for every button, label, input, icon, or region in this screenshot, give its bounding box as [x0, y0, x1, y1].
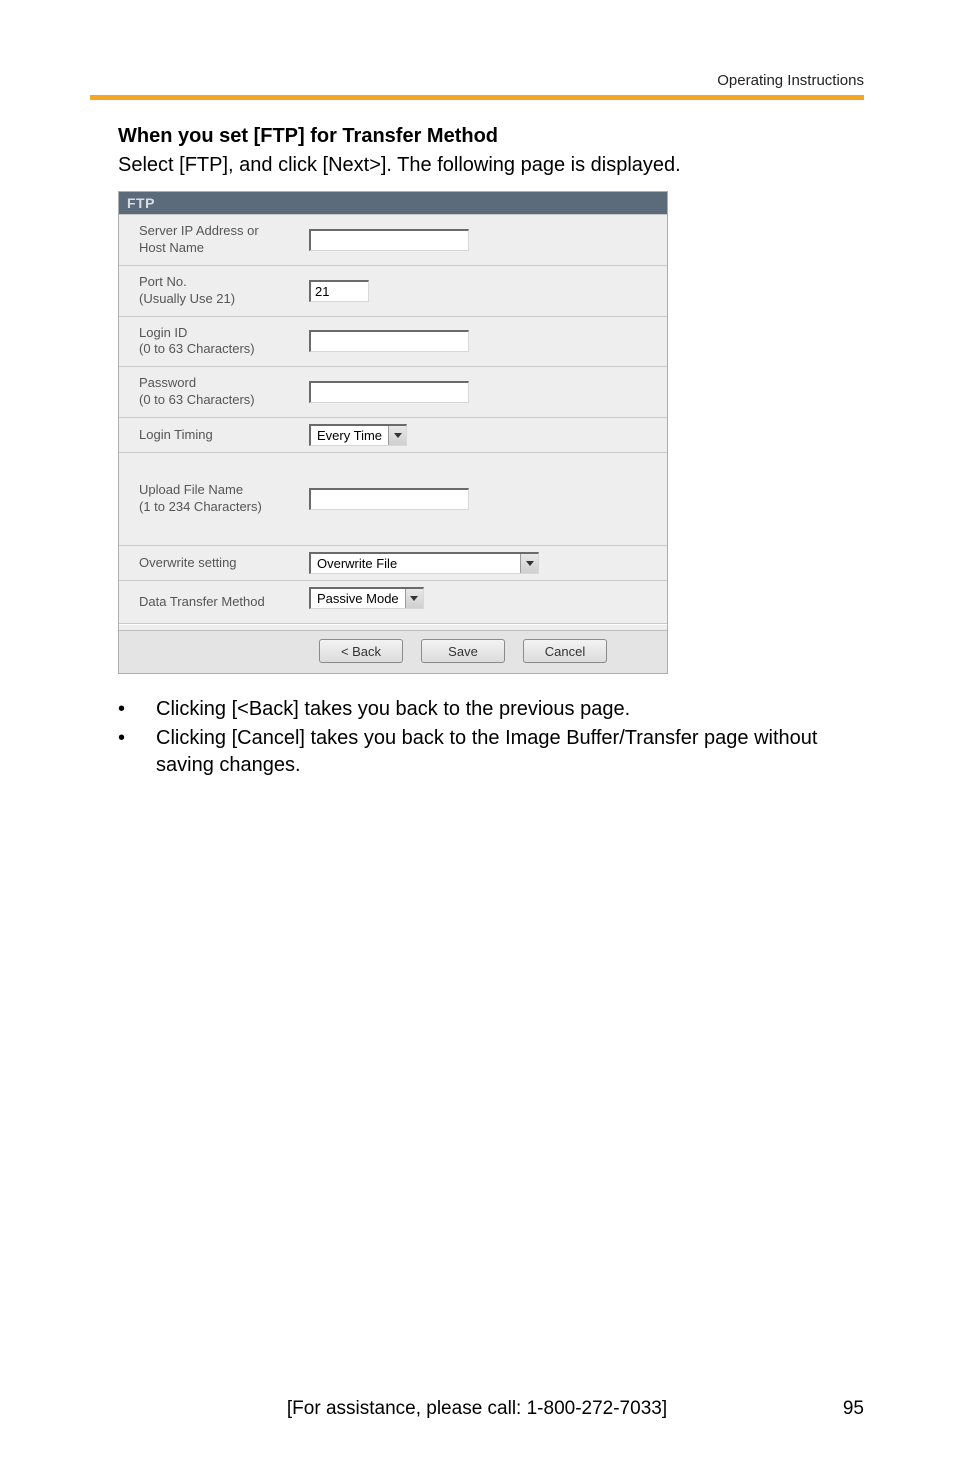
label-upload: Upload File Name (1 to 234 Characters): [119, 453, 299, 545]
doc-title: Operating Instructions: [717, 72, 864, 89]
button-row: < Back Save Cancel: [119, 630, 667, 673]
section-heading: When you set [FTP] for Transfer Method: [118, 125, 864, 148]
bullet-text: Clicking [Cancel] takes you back to the …: [156, 725, 864, 779]
list-item: •Clicking [<Back] takes you back to the …: [118, 696, 864, 723]
input-server[interactable]: [309, 229, 469, 251]
input-upload[interactable]: [309, 488, 469, 510]
select-transfer[interactable]: Passive Mode: [309, 587, 424, 609]
input-password[interactable]: [309, 381, 469, 403]
back-button[interactable]: < Back: [319, 639, 403, 663]
cancel-button[interactable]: Cancel: [523, 639, 607, 663]
row-server: Server IP Address or Host Name: [119, 214, 667, 265]
bullet-text: Clicking [<Back] takes you back to the p…: [156, 696, 630, 723]
row-overwrite: Overwrite setting Overwrite File: [119, 545, 667, 580]
row-upload: Upload File Name (1 to 234 Characters): [119, 452, 667, 545]
header-rule: [90, 95, 864, 100]
select-transfer-value: Passive Mode: [311, 591, 405, 606]
chevron-down-icon: [388, 426, 406, 445]
page-number: 95: [843, 1398, 864, 1420]
section-subtext: Select [FTP], and click [Next>]. The fol…: [118, 154, 864, 177]
select-overwrite[interactable]: Overwrite File: [309, 552, 539, 574]
input-port[interactable]: [309, 280, 369, 302]
ftp-panel: FTP Server IP Address or Host Name Port …: [118, 191, 668, 674]
label-port: Port No. (Usually Use 21): [119, 266, 299, 316]
label-server: Server IP Address or Host Name: [119, 215, 299, 265]
chevron-down-icon: [520, 554, 538, 573]
label-login: Login ID (0 to 63 Characters): [119, 317, 299, 367]
input-login[interactable]: [309, 330, 469, 352]
select-overwrite-value: Overwrite File: [311, 556, 520, 571]
list-item: •Clicking [Cancel] takes you back to the…: [118, 725, 864, 779]
label-timing: Login Timing: [119, 418, 299, 452]
row-port: Port No. (Usually Use 21): [119, 265, 667, 316]
select-timing[interactable]: Every Time: [309, 424, 407, 446]
select-timing-value: Every Time: [311, 428, 388, 443]
save-button[interactable]: Save: [421, 639, 505, 663]
row-transfer: Data Transfer Method Passive Mode: [119, 580, 667, 624]
label-overwrite: Overwrite setting: [119, 546, 299, 580]
bullet-list: •Clicking [<Back] takes you back to the …: [118, 696, 864, 779]
footer-assist: [For assistance, please call: 1-800-272-…: [0, 1398, 954, 1420]
row-timing: Login Timing Every Time: [119, 417, 667, 452]
label-password: Password (0 to 63 Characters): [119, 367, 299, 417]
row-password: Password (0 to 63 Characters): [119, 366, 667, 417]
label-transfer: Data Transfer Method: [119, 581, 299, 623]
row-login: Login ID (0 to 63 Characters): [119, 316, 667, 367]
ftp-panel-title: FTP: [119, 192, 667, 214]
chevron-down-icon: [405, 589, 423, 608]
